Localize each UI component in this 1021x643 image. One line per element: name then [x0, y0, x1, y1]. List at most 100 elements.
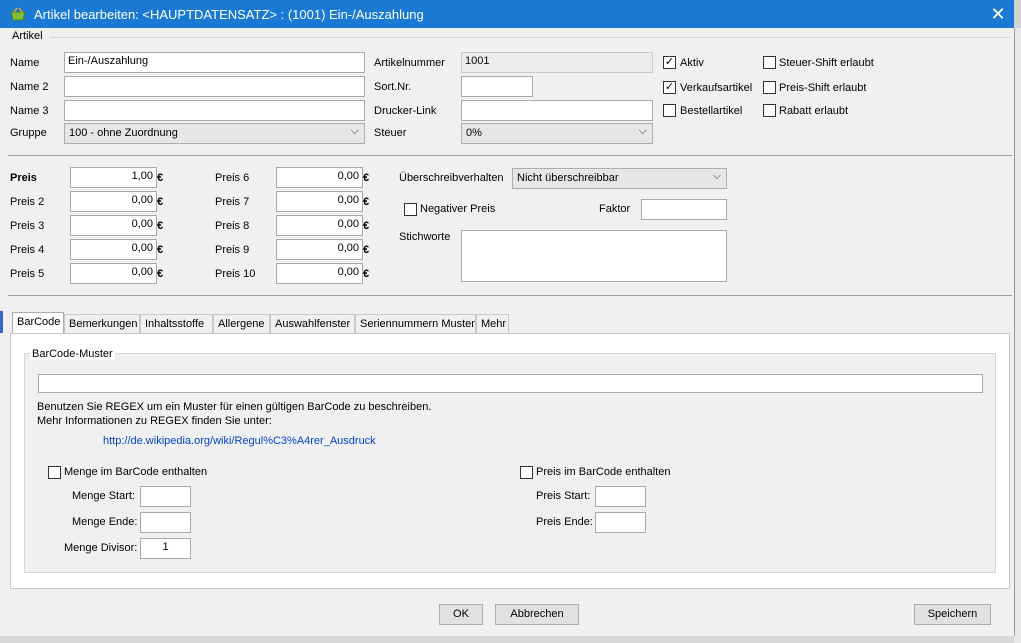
rabatt-checkbox[interactable] — [763, 104, 776, 117]
preis9-input[interactable]: 0,00 — [276, 239, 363, 260]
preis-ende-input[interactable] — [595, 512, 646, 533]
aktiv-label: Aktiv — [680, 57, 704, 69]
name-input[interactable]: Ein-/Auszahlung — [64, 52, 365, 73]
preis-ende-label: Preis Ende: — [536, 516, 593, 528]
preis-barcode-checkbox[interactable] — [520, 466, 533, 479]
chevron-down-icon: ⌵ — [350, 125, 359, 137]
tab-inhaltsstoffe[interactable]: Inhaltsstoffe — [140, 314, 213, 334]
aktiv-checkbox[interactable]: ✓ — [663, 56, 676, 69]
barcode-info-1: Benutzen Sie REGEX um ein Muster für ein… — [37, 401, 432, 413]
rabatt-label: Rabatt erlaubt — [779, 105, 849, 117]
preis-start-input[interactable] — [595, 486, 646, 507]
chevron-down-icon: ⌵ — [638, 125, 647, 137]
preis9-label: Preis 9 — [215, 244, 250, 256]
artikelnummer-label: Artikelnummer — [374, 57, 445, 69]
preis-check-label: Preis im BarCode enthalten — [536, 466, 671, 478]
preis10-input[interactable]: 0,00 — [276, 263, 363, 284]
preis3-input[interactable]: 0,00 — [70, 215, 157, 236]
menge-ende-input[interactable] — [140, 512, 191, 533]
preis8-input[interactable]: 0,00 — [276, 215, 363, 236]
sortnr-label: Sort.Nr. — [374, 81, 412, 93]
euro-sign: € — [157, 268, 164, 280]
menge-start-input[interactable] — [140, 486, 191, 507]
barcode-muster-input[interactable] — [38, 374, 983, 393]
euro-sign: € — [363, 220, 370, 232]
preis7-input[interactable]: 0,00 — [276, 191, 363, 212]
tab-allergene[interactable]: Allergene — [213, 314, 270, 334]
tab-mehr[interactable]: Mehr — [476, 314, 509, 334]
menge-divisor-input[interactable]: 1 — [140, 538, 191, 559]
gruppe-select[interactable]: 100 - ohne Zuordnung ⌵ — [64, 123, 365, 144]
euro-sign: € — [363, 244, 370, 256]
verkauf-label: Verkaufsartikel — [680, 82, 753, 94]
preis8-label: Preis 8 — [215, 220, 250, 232]
preis4-input[interactable]: 0,00 — [70, 239, 157, 260]
negativ-checkbox[interactable] — [404, 203, 417, 216]
faktor-label: Faktor — [599, 203, 631, 215]
preis2-input[interactable]: 0,00 — [70, 191, 157, 212]
preis-shift-checkbox[interactable] — [763, 81, 776, 94]
barcode-group-label: BarCode-Muster — [30, 348, 115, 360]
menge-start-label: Menge Start: — [72, 490, 135, 502]
gruppe-value: 100 - ohne Zuordnung — [69, 127, 178, 139]
artikelnummer-input: 1001 — [461, 52, 653, 73]
tab-auswahlfenster[interactable]: Auswahlfenster — [270, 314, 355, 334]
stichworte-textarea[interactable] — [461, 230, 727, 282]
ueberschreib-label: Überschreibverhalten — [399, 172, 504, 184]
close-icon[interactable]: ✕ — [986, 2, 1010, 26]
steuer-select[interactable]: 0% ⌵ — [461, 123, 653, 144]
sortnr-input[interactable] — [461, 76, 533, 97]
negativ-label: Negativer Preis — [420, 203, 496, 215]
euro-sign: € — [363, 196, 370, 208]
tab-seriennummern[interactable]: Seriennummern Muster — [355, 314, 476, 334]
gruppe-label: Gruppe — [10, 127, 47, 139]
bestell-checkbox[interactable] — [663, 104, 676, 117]
preis2-label: Preis 2 — [10, 196, 45, 208]
section-divider — [8, 295, 1012, 296]
preis6-label: Preis 6 — [215, 172, 250, 184]
euro-sign: € — [157, 196, 164, 208]
preis-start-label: Preis Start: — [536, 490, 591, 502]
name3-label: Name 3 — [10, 105, 49, 117]
name2-input[interactable] — [64, 76, 365, 97]
window-title: Artikel bearbeiten: <HAUPTDATENSATZ> : (… — [34, 7, 424, 22]
tab-bemerkungen[interactable]: Bemerkungen — [64, 314, 140, 334]
stichworte-label: Stichworte — [399, 231, 451, 243]
steuer-label: Steuer — [374, 127, 407, 139]
faktor-input[interactable] — [641, 199, 727, 220]
speichern-button[interactable]: Speichern — [914, 604, 991, 625]
verkauf-checkbox[interactable]: ✓ — [663, 81, 676, 94]
menge-ende-label: Menge Ende: — [72, 516, 138, 528]
preis1-input[interactable]: 1,00 — [70, 167, 157, 188]
name3-input[interactable] — [64, 100, 365, 121]
basket-icon — [10, 7, 26, 21]
regex-wiki-link[interactable]: http://de.wikipedia.org/wiki/Regul%C3%A4… — [103, 435, 376, 447]
barcode-info-2: Mehr Informationen zu REGEX finden Sie u… — [37, 415, 272, 427]
menge-divisor-label: Menge Divisor: — [64, 542, 138, 554]
preis5-input[interactable]: 0,00 — [70, 263, 157, 284]
tab-barcode[interactable]: BarCode — [12, 312, 64, 334]
menge-checkbox[interactable] — [48, 466, 61, 479]
euro-sign: € — [157, 244, 164, 256]
preis4-label: Preis 4 — [10, 244, 45, 256]
ueberschreib-select[interactable]: Nicht überschreibbar ⌵ — [512, 168, 727, 189]
preis10-label: Preis 10 — [215, 268, 256, 280]
dialog-body: Artikel Name Ein-/Auszahlung Name 2 Name… — [0, 28, 1015, 636]
drucker-input[interactable] — [461, 100, 653, 121]
steuer-shift-label: Steuer-Shift erlaubt — [779, 57, 874, 69]
steuer-shift-checkbox[interactable] — [763, 56, 776, 69]
abbrechen-button[interactable]: Abbrechen — [495, 604, 579, 625]
euro-sign: € — [363, 268, 370, 280]
section-divider — [8, 155, 1012, 156]
bestell-label: Bestellartikel — [680, 105, 743, 117]
menge-check-label: Menge im BarCode enthalten — [64, 466, 208, 478]
ok-button[interactable]: OK — [439, 604, 483, 625]
drucker-label: Drucker-Link — [374, 105, 437, 117]
steuer-value: 0% — [466, 127, 482, 139]
preis5-label: Preis 5 — [10, 268, 45, 280]
preis6-input[interactable]: 0,00 — [276, 167, 363, 188]
euro-sign: € — [363, 172, 370, 184]
preis3-label: Preis 3 — [10, 220, 45, 232]
preis1-label: Preis — [10, 172, 37, 184]
group-border — [50, 37, 1010, 38]
